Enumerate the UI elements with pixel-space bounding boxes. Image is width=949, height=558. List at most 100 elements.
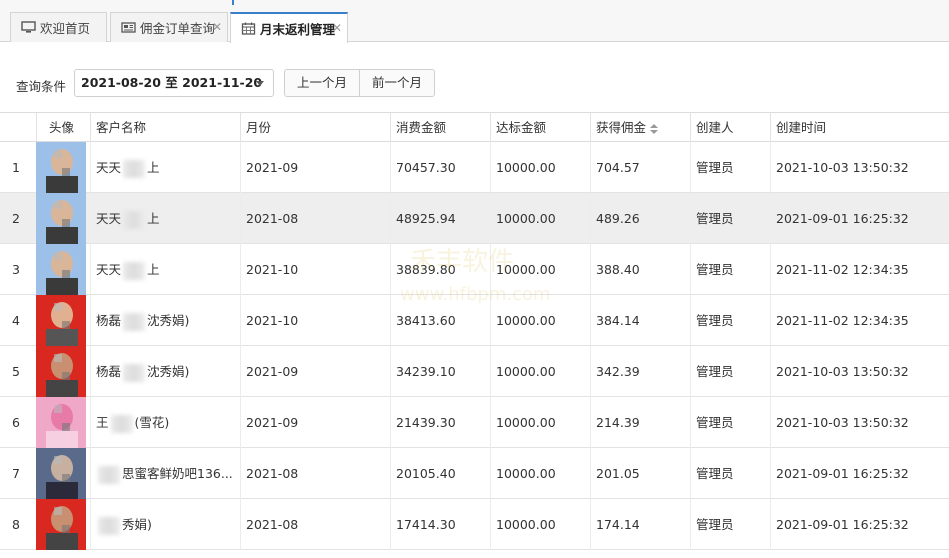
target-cell: 10000.00 bbox=[490, 448, 590, 499]
avatar bbox=[36, 193, 86, 244]
target-cell: 10000.00 bbox=[490, 193, 590, 244]
avatar bbox=[36, 499, 86, 550]
customer-name-part: 思蜜客鲜奶吧136... bbox=[122, 466, 233, 481]
created-time-cell: 2021-09-01 16:25:32 bbox=[770, 499, 949, 550]
tab-monthly-rebate[interactable]: 月末返利管理 ✕ bbox=[230, 12, 348, 43]
commission-cell: 342.39 bbox=[590, 346, 690, 397]
redaction-blur bbox=[123, 363, 146, 382]
redaction-blur bbox=[123, 210, 146, 229]
calendar-icon bbox=[241, 22, 256, 35]
spend-cell: 20105.40 bbox=[390, 448, 490, 499]
tab-bar: 欢迎首页 佣金订单查询 ✕ 月末返利管理 ✕ bbox=[0, 0, 949, 43]
created-time-cell: 2021-11-02 12:34:35 bbox=[770, 244, 949, 295]
created-time-cell: 2021-10-03 13:50:32 bbox=[770, 397, 949, 448]
avatar-image bbox=[36, 244, 86, 295]
spend-cell: 48925.94 bbox=[390, 193, 490, 244]
date-range-select[interactable]: 2021-08-20 至 2021-11-20 bbox=[74, 69, 274, 97]
commission-cell: 214.39 bbox=[590, 397, 690, 448]
creator-cell: 管理员 bbox=[690, 193, 770, 244]
row-number: 8 bbox=[12, 517, 20, 532]
customer-name: 王 (雪花) bbox=[90, 397, 240, 448]
tab-welcome[interactable]: 欢迎首页 bbox=[10, 12, 107, 42]
spend-cell: 34239.10 bbox=[390, 346, 490, 397]
col-spend[interactable]: 消费金额 bbox=[390, 113, 490, 142]
sort-icon[interactable] bbox=[650, 123, 659, 134]
creator-cell: 管理员 bbox=[690, 295, 770, 346]
creator-cell: 管理员 bbox=[690, 142, 770, 193]
col-customer-name[interactable]: 客户名称 bbox=[90, 113, 240, 142]
date-range-value: 2021-08-20 至 2021-11-20 bbox=[81, 75, 263, 90]
avatar-image bbox=[36, 448, 86, 499]
caret-down-icon bbox=[256, 81, 264, 86]
avatar-image bbox=[36, 295, 86, 346]
target-cell: 10000.00 bbox=[490, 142, 590, 193]
month-cell: 2021-09 bbox=[240, 397, 390, 448]
table-row[interactable]: 7 思蜜客鲜奶吧136... 2021-08 20105.40 10000.00 201.… bbox=[0, 448, 949, 499]
avatar-image bbox=[36, 346, 86, 397]
customer-name: 杨磊 沈秀娟) bbox=[90, 295, 240, 346]
table-row[interactable]: 8 秀娟) 2021-08 17414.30 10000.00 174.14 管理员 2021… bbox=[0, 499, 949, 550]
created-time-cell: 2021-09-01 16:25:32 bbox=[770, 193, 949, 244]
created-time-cell: 2021-10-03 13:50:32 bbox=[770, 142, 949, 193]
customer-name-part: (雪花) bbox=[134, 415, 170, 430]
month-cell: 2021-09 bbox=[240, 346, 390, 397]
redaction-blur bbox=[98, 465, 120, 484]
redaction-blur bbox=[123, 261, 146, 280]
customer-name: 秀娟) bbox=[90, 499, 240, 550]
month-cell: 2021-10 bbox=[240, 295, 390, 346]
col-avatar[interactable]: 头像 bbox=[36, 113, 86, 142]
spend-cell: 17414.30 bbox=[390, 499, 490, 550]
table-row[interactable]: 2 天天 上 2021-08 48925.94 10000.00 489.26 管理员 2021… bbox=[0, 193, 949, 244]
avatar-image bbox=[36, 499, 86, 550]
table-row[interactable]: 5 杨磊 沈秀娟) 2021-09 34239.10 10000.00 342.39 管理员 2… bbox=[0, 346, 949, 397]
created-time-cell: 2021-10-03 13:50:32 bbox=[770, 346, 949, 397]
newspaper-icon bbox=[121, 22, 136, 33]
customer-name-part: 杨磊 bbox=[96, 364, 122, 379]
redaction-blur bbox=[98, 516, 120, 535]
col-creator[interactable]: 创建人 bbox=[690, 113, 770, 142]
row-number: 7 bbox=[12, 466, 20, 481]
avatar bbox=[36, 142, 86, 193]
close-icon[interactable]: ✕ bbox=[212, 20, 222, 34]
target-cell: 10000.00 bbox=[490, 346, 590, 397]
col-month[interactable]: 月份 bbox=[240, 113, 390, 142]
query-toolbar: 查询条件 2021-08-20 至 2021-11-20 上一个月 前一个月 bbox=[0, 66, 949, 100]
customer-name: 思蜜客鲜奶吧136... bbox=[90, 448, 240, 499]
table-row[interactable]: 1 天天 上 2021-09 70457.30 10000.00 704.57 管理员 2021… bbox=[0, 142, 949, 193]
avatar-image bbox=[36, 397, 86, 448]
table-row[interactable]: 3 天天 上 2021-10 38839.80 10000.00 388.40 管理员 2021… bbox=[0, 244, 949, 295]
col-commission[interactable]: 获得佣金 bbox=[590, 113, 690, 142]
month-cell: 2021-09 bbox=[240, 142, 390, 193]
customer-name-part: 秀娟) bbox=[122, 517, 152, 532]
month-cell: 2021-08 bbox=[240, 193, 390, 244]
next-month-button[interactable]: 前一个月 bbox=[359, 70, 434, 96]
month-cell: 2021-08 bbox=[240, 499, 390, 550]
customer-name-part: 上 bbox=[147, 262, 160, 277]
col-target[interactable]: 达标金额 bbox=[490, 113, 590, 142]
avatar bbox=[36, 244, 86, 295]
target-cell: 10000.00 bbox=[490, 244, 590, 295]
month-cell: 2021-10 bbox=[240, 244, 390, 295]
customer-name-part: 上 bbox=[147, 160, 160, 175]
spend-cell: 21439.30 bbox=[390, 397, 490, 448]
col-created-time[interactable]: 创建时间 bbox=[770, 113, 949, 142]
target-cell: 10000.00 bbox=[490, 295, 590, 346]
redaction-blur bbox=[123, 159, 146, 178]
customer-name: 天天 上 bbox=[90, 193, 240, 244]
table-header: 头像 客户名称 月份 消费金额 达标金额 获得佣金 创建人 创建时间 bbox=[0, 113, 949, 142]
row-number: 6 bbox=[12, 415, 20, 430]
tab-label: 欢迎首页 bbox=[40, 21, 91, 36]
close-icon[interactable]: ✕ bbox=[332, 21, 342, 35]
table-row[interactable]: 4 杨磊 沈秀娟) 2021-10 38413.60 10000.00 384.14 管理员 2… bbox=[0, 295, 949, 346]
spend-cell: 38413.60 bbox=[390, 295, 490, 346]
customer-name-part: 沈秀娟) bbox=[147, 313, 190, 328]
table-row[interactable]: 6 王 (雪花) 2021-09 21439.30 10000.00 214.39 管理员 20… bbox=[0, 397, 949, 448]
avatar bbox=[36, 346, 86, 397]
avatar-image bbox=[36, 193, 86, 244]
tab-commission-orders[interactable]: 佣金订单查询 ✕ bbox=[110, 12, 228, 42]
row-number: 2 bbox=[12, 211, 20, 226]
customer-name: 杨磊 沈秀娟) bbox=[90, 346, 240, 397]
month-button-group: 上一个月 前一个月 bbox=[284, 69, 436, 97]
prev-month-button[interactable]: 上一个月 bbox=[285, 70, 359, 96]
commission-cell: 489.26 bbox=[590, 193, 690, 244]
